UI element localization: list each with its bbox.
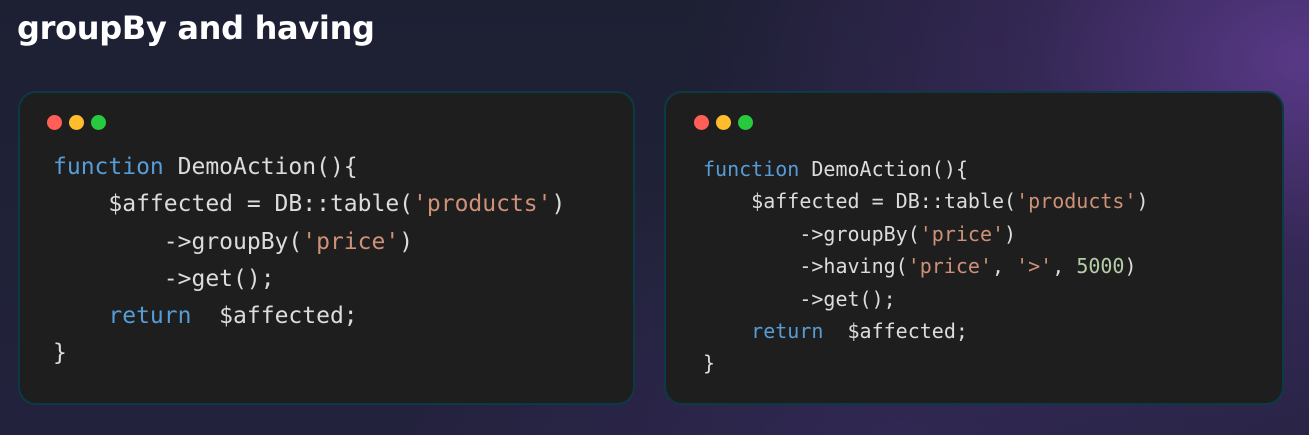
code-text: )	[551, 191, 566, 218]
code-text: }	[703, 351, 716, 376]
code-line-6: return $affected;	[703, 315, 1149, 347]
code-text: DemoAction(){	[799, 157, 968, 181]
string-literal: '>'	[1016, 254, 1053, 279]
keyword-function: function	[703, 157, 800, 181]
code-block-right: function DemoAction(){ $affected = DB::t…	[703, 153, 1149, 380]
code-text: ->get();	[163, 265, 275, 292]
red-dot-icon	[694, 115, 709, 130]
code-text: ->get();	[799, 286, 896, 311]
code-block-left: function DemoAction(){ $affected = DB::t…	[53, 149, 565, 373]
page-title: groupBy and having	[17, 9, 375, 47]
code-line-3: ->groupBy('price')	[53, 224, 565, 261]
keyword-function: function	[53, 154, 164, 180]
code-line-1: function DemoAction(){	[53, 149, 565, 186]
code-card-left: function DemoAction(){ $affected = DB::t…	[18, 91, 635, 405]
string-literal: 'price'	[919, 221, 1005, 246]
code-text: )	[1124, 254, 1137, 279]
code-text: ->having(	[799, 254, 908, 279]
code-line-2: $affected = DB::table('products')	[703, 185, 1149, 217]
code-line-2: $affected = DB::table('products')	[53, 186, 565, 223]
keyword-return: return	[751, 319, 824, 344]
number-literal: 5000	[1076, 254, 1125, 279]
code-line-4: ->get();	[53, 261, 565, 298]
code-text: $affected = DB::table(	[108, 191, 414, 218]
yellow-dot-icon	[69, 115, 84, 130]
string-literal: 'price'	[907, 254, 992, 279]
string-literal: 'products'	[1016, 189, 1137, 214]
code-text: }	[53, 340, 67, 367]
code-line-4: ->having('price', '>', 5000)	[703, 250, 1149, 282]
code-text: )	[1004, 221, 1017, 246]
keyword-return: return	[108, 303, 192, 330]
code-line-3: ->groupBy('price')	[703, 218, 1149, 250]
string-literal: 'products'	[413, 191, 552, 218]
code-text: ->groupBy(	[163, 228, 303, 255]
window-controls	[47, 115, 106, 130]
code-text: $affected = DB::table(	[751, 189, 1017, 214]
code-text: ->groupBy(	[799, 221, 920, 246]
code-line-6: }	[53, 335, 565, 372]
code-text: $affected;	[191, 303, 358, 330]
code-line-7: }	[703, 347, 1149, 379]
window-controls	[694, 115, 753, 130]
code-text: ,	[992, 254, 1017, 279]
code-text: ,	[1052, 254, 1077, 279]
green-dot-icon	[91, 115, 106, 130]
green-dot-icon	[738, 115, 753, 130]
code-text: )	[399, 228, 414, 255]
red-dot-icon	[47, 115, 62, 130]
code-line-5: return $affected;	[53, 298, 565, 335]
code-line-1: function DemoAction(){	[703, 153, 1149, 185]
string-literal: 'price'	[302, 228, 400, 255]
yellow-dot-icon	[716, 115, 731, 130]
code-line-5: ->get();	[703, 283, 1149, 315]
code-text: $affected;	[823, 319, 968, 344]
code-text: )	[1136, 189, 1149, 214]
code-card-right: function DemoAction(){ $affected = DB::t…	[664, 91, 1284, 405]
code-text: DemoAction(){	[163, 154, 358, 180]
